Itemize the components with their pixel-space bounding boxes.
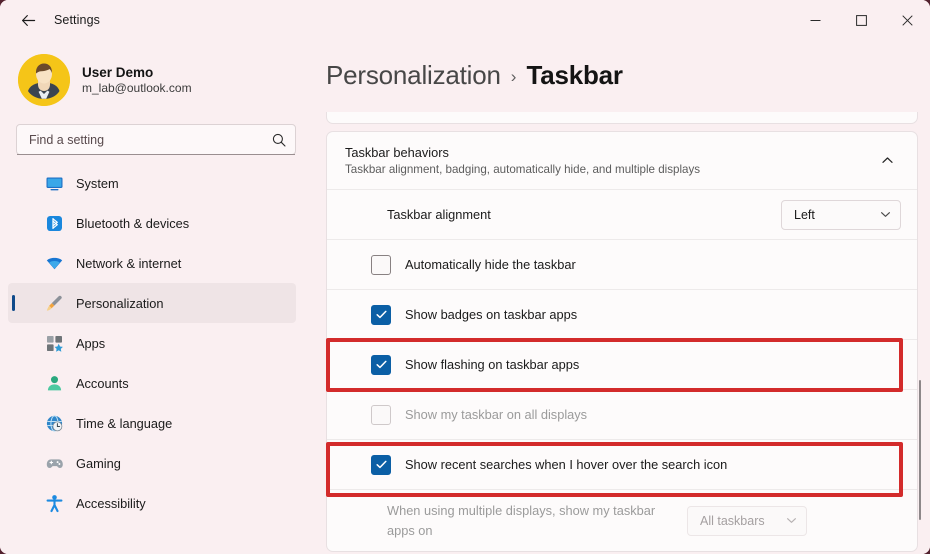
checkbox-show-flashing[interactable] (371, 355, 391, 375)
sidebar-item-network-internet[interactable]: Network & internet (8, 243, 296, 283)
close-button[interactable] (884, 0, 930, 40)
row-label: Automatically hide the taskbar (405, 255, 590, 274)
sidebar-item-label: Bluetooth & devices (76, 216, 189, 231)
sidebar-item-bluetooth-devices[interactable]: Bluetooth & devices (8, 203, 296, 243)
chevron-down-icon (786, 515, 797, 526)
breadcrumb-parent[interactable]: Personalization (326, 60, 501, 91)
sidebar-item-label: Gaming (76, 456, 121, 471)
title-bar: Settings (0, 0, 930, 40)
accessibility-person-icon (44, 493, 64, 513)
multiple-displays-dropdown: All taskbars (687, 506, 807, 536)
paintbrush-icon (44, 293, 64, 313)
scrollbar-thumb[interactable] (919, 380, 921, 520)
sidebar-item-gaming[interactable]: Gaming (8, 443, 296, 483)
sidebar-item-label: Personalization (76, 296, 164, 311)
sidebar-item-label: Accessibility (76, 496, 146, 511)
maximize-button[interactable] (838, 0, 884, 40)
dropdown-value: Left (794, 208, 815, 222)
search-input[interactable] (29, 133, 272, 147)
bluetooth-icon (44, 213, 64, 233)
row-label: When using multiple displays, show my ta… (387, 501, 687, 539)
main-content: Personalization › Taskbar Taskbar behavi… (312, 40, 930, 554)
row-label: Taskbar alignment (387, 205, 781, 224)
back-arrow-icon (20, 12, 37, 29)
maximize-icon (856, 15, 867, 26)
row-label: Show my taskbar on all displays (405, 405, 601, 424)
checkbox-show-taskbar-all-displays (371, 405, 391, 425)
settings-scroll-area: Taskbar behaviors Taskbar alignment, bad… (326, 112, 918, 554)
sidebar: User Demo m_lab@outlook.com (0, 40, 312, 554)
avatar (18, 54, 70, 106)
sidebar-item-label: Time & language (76, 416, 172, 431)
page-title: Taskbar (526, 60, 622, 91)
sidebar-item-accessibility[interactable]: Accessibility (8, 483, 296, 523)
window-body: User Demo m_lab@outlook.com (0, 40, 930, 554)
minimize-icon (810, 15, 821, 26)
sidebar-item-label: System (76, 176, 119, 191)
sidebar-item-apps[interactable]: Apps (8, 323, 296, 363)
row-show-taskbar-all-displays: Show my taskbar on all displays (327, 389, 917, 439)
person-icon (44, 373, 64, 393)
row-show-recent-searches[interactable]: Show recent searches when I hover over t… (327, 439, 917, 489)
sidebar-nav: System Bluetooth & devices (0, 163, 312, 523)
row-taskbar-alignment: Taskbar alignment Left (327, 189, 917, 239)
row-multiple-displays-apps-on: When using multiple displays, show my ta… (327, 489, 917, 551)
close-icon (902, 15, 913, 26)
taskbar-behaviors-card: Taskbar behaviors Taskbar alignment, bad… (326, 131, 918, 552)
back-button[interactable] (10, 5, 46, 35)
row-show-badges[interactable]: Show badges on taskbar apps (327, 289, 917, 339)
settings-window: Settings (0, 0, 930, 554)
sidebar-item-personalization[interactable]: Personalization (8, 283, 296, 323)
section-subtitle: Taskbar alignment, badging, automaticall… (345, 163, 873, 176)
sidebar-item-time-language[interactable]: Time & language (8, 403, 296, 443)
minimize-button[interactable] (792, 0, 838, 40)
chevron-up-icon[interactable] (873, 147, 901, 175)
sidebar-item-accounts[interactable]: Accounts (8, 363, 296, 403)
account-email: m_lab@outlook.com (82, 81, 192, 95)
search-box[interactable] (16, 124, 296, 155)
chevron-down-icon (880, 209, 891, 220)
sidebar-item-label: Accounts (76, 376, 129, 391)
breadcrumb: Personalization › Taskbar (312, 40, 930, 105)
apps-grid-icon (44, 333, 64, 353)
row-show-flashing[interactable]: Show flashing on taskbar apps (327, 339, 917, 389)
search-icon[interactable] (272, 133, 286, 147)
clock-globe-icon (44, 413, 64, 433)
sidebar-item-label: Network & internet (76, 256, 181, 271)
row-label: Show recent searches when I hover over t… (405, 455, 741, 474)
system-monitor-icon (44, 173, 64, 193)
account-name: User Demo (82, 65, 192, 80)
checkbox-show-recent-searches[interactable] (371, 455, 391, 475)
wifi-icon (44, 253, 64, 273)
row-label: Show flashing on taskbar apps (405, 355, 593, 374)
taskbar-behaviors-header[interactable]: Taskbar behaviors Taskbar alignment, bad… (327, 132, 917, 189)
breadcrumb-separator-icon: › (511, 67, 517, 87)
taskbar-alignment-dropdown[interactable]: Left (781, 200, 901, 230)
sidebar-item-system[interactable]: System (8, 163, 296, 203)
account-text: User Demo m_lab@outlook.com (82, 65, 192, 95)
app-title: Settings (54, 13, 100, 27)
previous-card-stub (326, 112, 918, 124)
section-title: Taskbar behaviors (345, 145, 873, 160)
scrollbar-track[interactable] (915, 140, 925, 546)
row-automatically-hide-taskbar[interactable]: Automatically hide the taskbar (327, 239, 917, 289)
row-label: Show badges on taskbar apps (405, 305, 591, 324)
dropdown-value: All taskbars (700, 514, 765, 528)
sidebar-item-label: Apps (76, 336, 105, 351)
gamepad-icon (44, 453, 64, 473)
window-controls (792, 0, 930, 40)
taskbar-behaviors-text: Taskbar behaviors Taskbar alignment, bad… (345, 145, 873, 176)
checkbox-automatically-hide-taskbar[interactable] (371, 255, 391, 275)
checkbox-show-badges[interactable] (371, 305, 391, 325)
account-tile[interactable]: User Demo m_lab@outlook.com (0, 40, 312, 120)
